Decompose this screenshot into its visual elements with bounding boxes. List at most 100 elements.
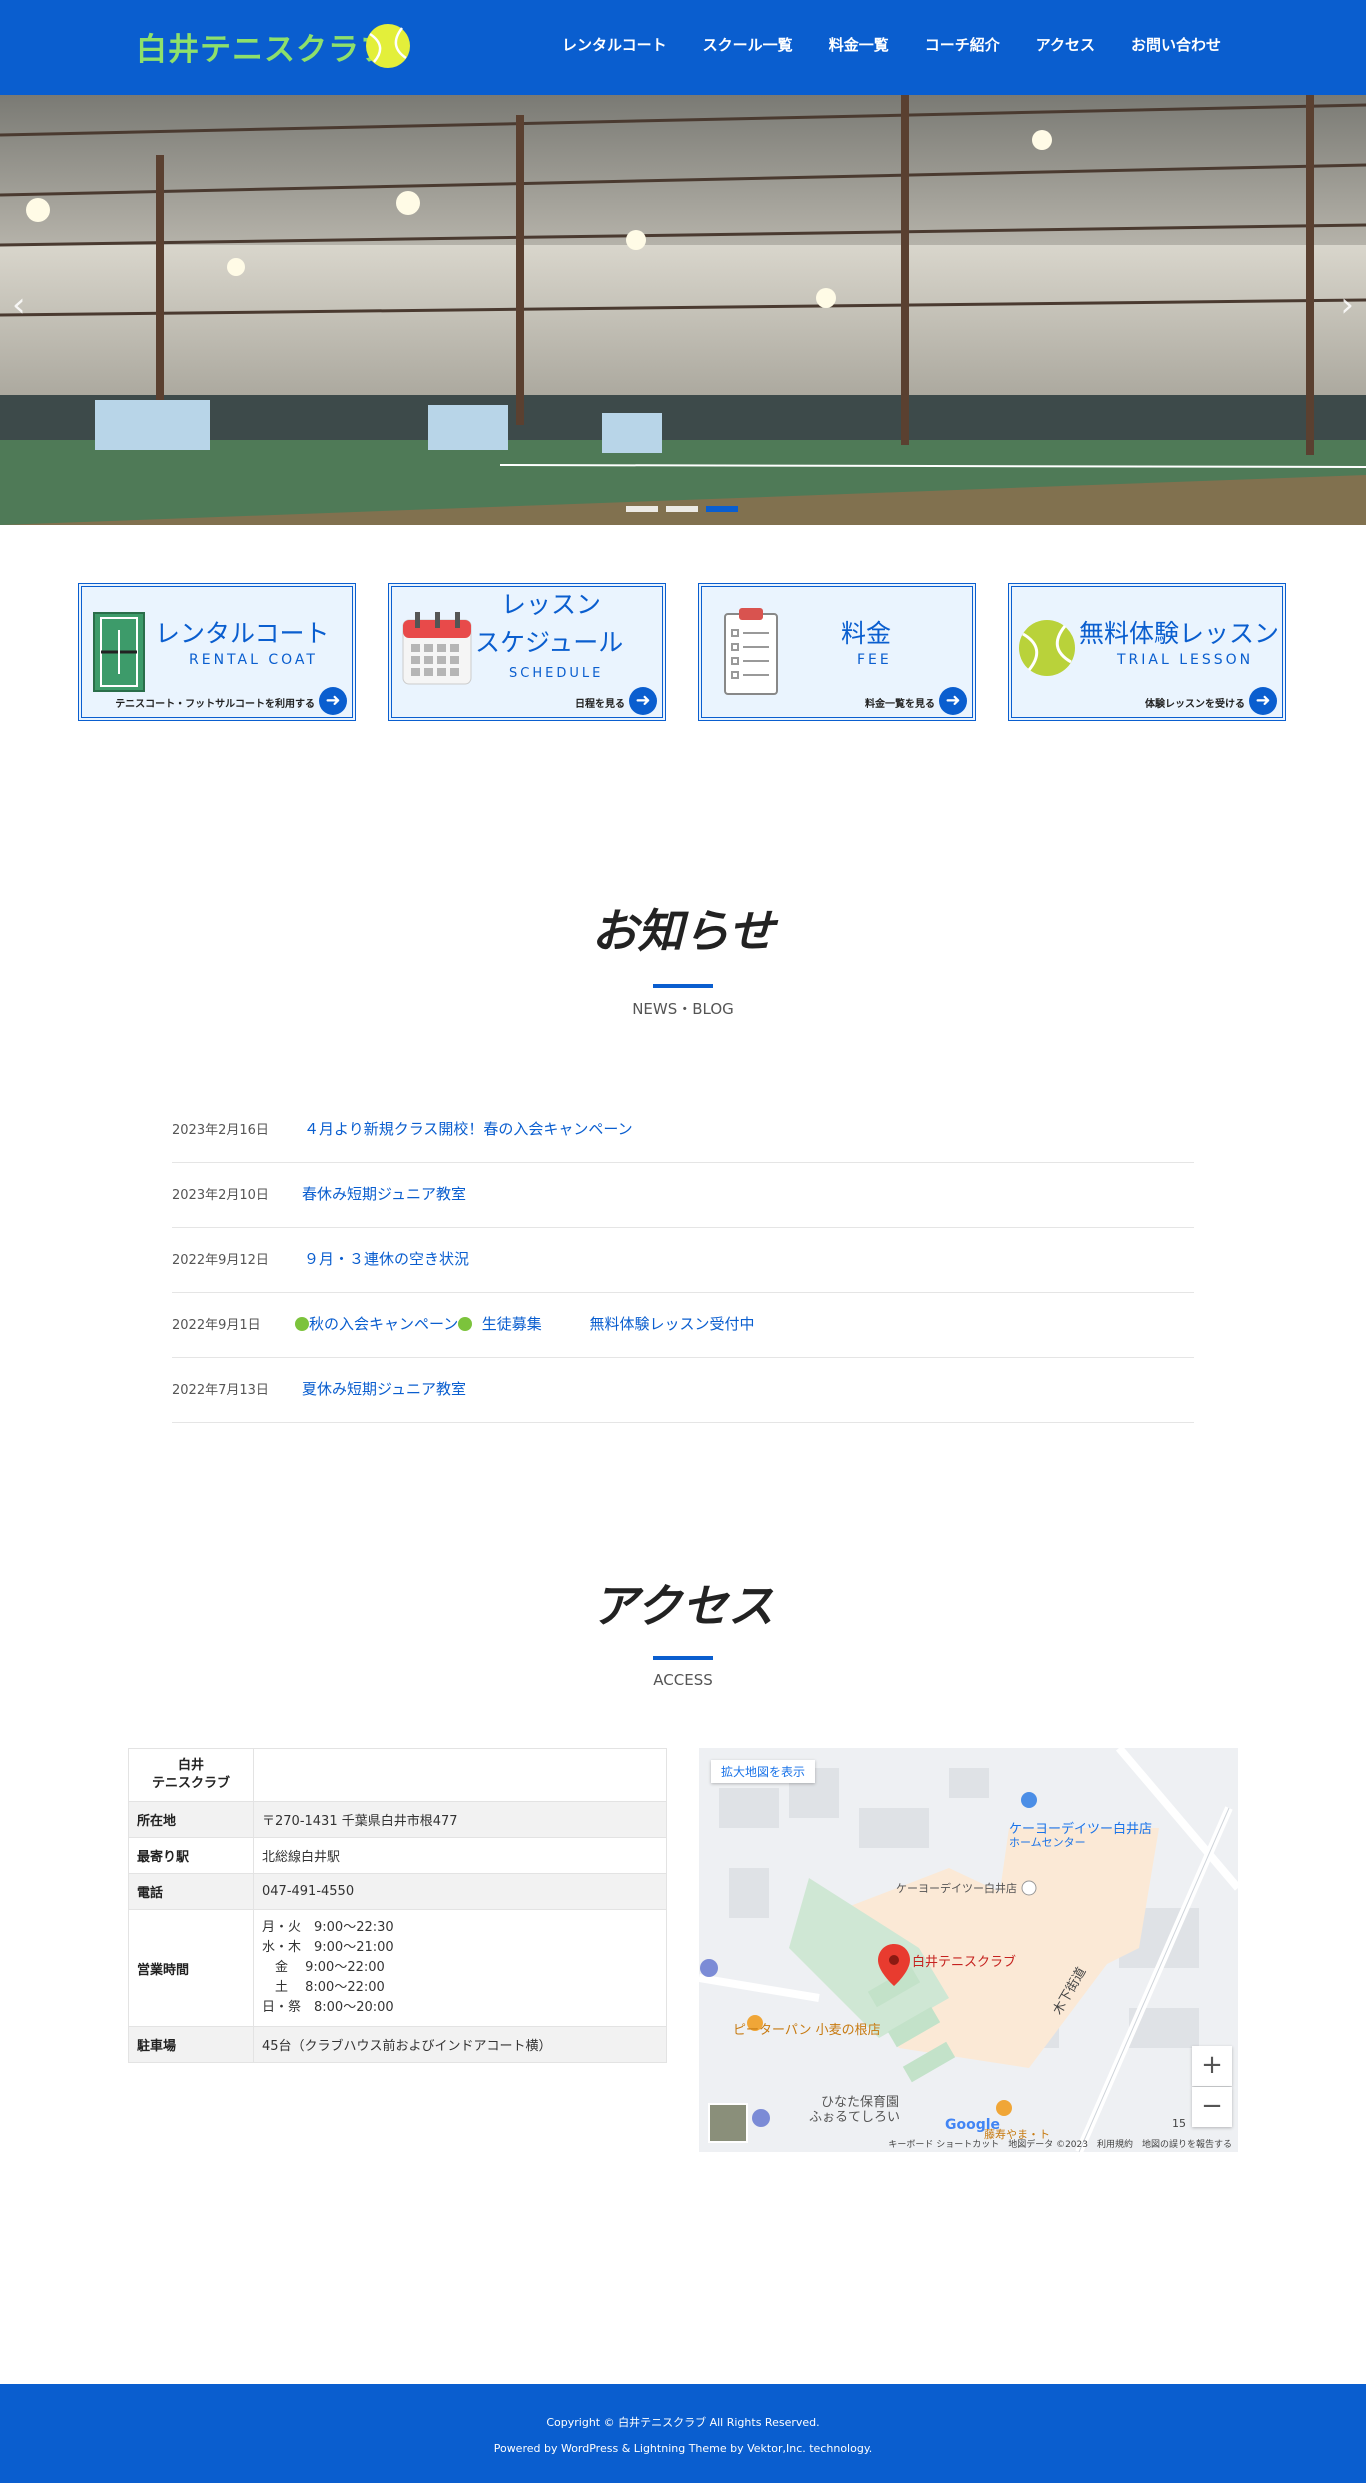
access-section-subtitle: ACCESS (653, 1671, 713, 1689)
map-footer-links[interactable]: キーボード ショートカット 地図データ ©2023 利用規約 地図の誤りを報告す… (888, 2137, 1232, 2150)
map-scale: 15 (1172, 2117, 1186, 2130)
news-item: 2023年2月10日 春休み短期ジュニア教室 (172, 1163, 1194, 1228)
news-date: 2023年2月16日 (172, 1123, 269, 1138)
banner-title-line2: スケジュール (475, 628, 624, 657)
access-section-title: アクセス (592, 1579, 774, 1633)
hero-slider: ‹ › (0, 95, 1366, 525)
banner-subtitle: SCHEDULE (509, 666, 604, 681)
nav-coach[interactable]: コーチ紹介 (925, 34, 1000, 55)
news-item: 2023年2月16日 ４月より新規クラス開校！春の入会キャンペーン (172, 1098, 1194, 1163)
slider-dots (626, 506, 738, 512)
news-item: 2022年7月13日 夏休み短期ジュニア教室 (172, 1358, 1194, 1423)
map-label-keiyo-sub: ホームセンター (1009, 1836, 1086, 1849)
banner-rental-court[interactable]: レンタルコート RENTAL COAT テニスコート・フットサルコートを利用する… (78, 583, 356, 721)
news-title-underline (653, 984, 713, 988)
slider-dot-active[interactable] (706, 506, 738, 512)
banner-lesson-schedule[interactable]: レッスン スケジュール SCHEDULE 日程を見る ➜ (388, 583, 666, 721)
slider-next-icon[interactable]: › (1340, 285, 1354, 325)
enlarge-map-button[interactable]: 拡大地図を表示 (711, 1760, 816, 1783)
calendar-icon (402, 612, 472, 685)
site-logo[interactable]: 白井テニスクラブ (136, 18, 410, 74)
label-address: 所在地 (128, 1801, 254, 1838)
news-date: 2022年9月1日 (172, 1318, 261, 1333)
nav-access[interactable]: アクセス (1036, 34, 1095, 55)
news-list: 2023年2月16日 ４月より新規クラス開校！春の入会キャンペーン 2023年2… (172, 1098, 1194, 1423)
zoom-out-button[interactable]: − (1192, 2087, 1232, 2127)
google-map[interactable]: 拡大地図を表示 ケーヨーデイツー白井店 ホームセンター ケーヨーデイツー白井店 … (699, 1748, 1238, 2152)
nav-contact[interactable]: お問い合わせ (1131, 34, 1221, 55)
map-canvas[interactable] (699, 1748, 1238, 2152)
banner-title-line1: レッスン (501, 590, 602, 619)
arrow-right-icon[interactable]: ➜ (629, 687, 657, 715)
label-hours: 営業時間 (128, 1909, 254, 2027)
news-date: 2022年9月12日 (172, 1253, 269, 1268)
slider-dot[interactable] (626, 506, 658, 512)
banner-trial-lesson[interactable]: 無料体験レッスン TRIAL LESSON 体験レッスンを受ける ➜ (1008, 583, 1286, 721)
banner-row: レンタルコート RENTAL COAT テニスコート・フットサルコートを利用する… (78, 583, 1288, 721)
banner-footer: 料金一覧を見る (865, 699, 935, 710)
tennis-ball-emoji-icon (295, 1317, 309, 1331)
map-label-keiyo-2[interactable]: ケーヨーデイツー白井店 (896, 1880, 1017, 1896)
arrow-right-icon[interactable]: ➜ (319, 687, 347, 715)
news-title-link[interactable]: ９月・３連休の空き状況 (304, 1248, 469, 1269)
news-section-title: お知らせ (591, 904, 775, 958)
nav-fee-list[interactable]: 料金一覧 (829, 34, 889, 55)
map-label-nursery-2[interactable]: ふぉるてしろい (809, 2106, 900, 2125)
banner-subtitle: RENTAL COAT (189, 652, 318, 668)
hero-image (0, 95, 1366, 525)
nav-school-list[interactable]: スクール一覧 (703, 34, 793, 55)
map-label-club[interactable]: 白井テニスクラブ (912, 1951, 1016, 1970)
news-title-link[interactable]: 秋の入会キャンペーン 生徒募集 無料体験レッスン受付中 (295, 1313, 754, 1334)
value-hours: 月・火 9:00～22:30 水・木 9:00～21:00 金 9:00～22:… (253, 1909, 667, 2027)
banner-title: 料金 (841, 619, 892, 648)
main-nav: レンタルコート スクール一覧 料金一覧 コーチ紹介 アクセス お問い合わせ (526, 34, 1221, 55)
arrow-right-icon[interactable]: ➜ (1249, 687, 1277, 715)
clipboard-icon (724, 608, 778, 695)
value-parking: 45台（クラブハウス前およびインドアコート横） (253, 2026, 667, 2063)
banner-footer: 体験レッスンを受ける (1145, 699, 1245, 710)
news-section-subtitle: NEWS・BLOG (632, 1000, 734, 1018)
empty-cell (253, 1748, 667, 1802)
tennis-ball-icon (1019, 620, 1075, 676)
slider-prev-icon[interactable]: ‹ (12, 285, 26, 325)
site-header: 白井テニスクラブ レンタルコート スクール一覧 料金一覧 コーチ紹介 アクセス … (0, 0, 1366, 95)
banner-title: レンタルコート (155, 619, 330, 648)
news-title-link[interactable]: ４月より新規クラス開校！春の入会キャンペーン (304, 1118, 633, 1139)
court-icon (93, 612, 145, 692)
access-title-underline (653, 1656, 713, 1660)
banner-subtitle: TRIAL LESSON (1117, 652, 1254, 668)
club-name-cell: 白井 テニスクラブ (128, 1748, 254, 1802)
google-logo: Google (945, 2117, 1001, 2133)
value-phone: 047-491-4550 (253, 1873, 667, 1910)
banner-footer: 日程を見る (575, 699, 625, 710)
nav-rental-court[interactable]: レンタルコート (562, 34, 667, 55)
banner-footer: テニスコート・フットサルコートを利用する (115, 699, 315, 710)
powered-by-text[interactable]: Powered by WordPress & Lightning Theme b… (0, 2442, 1366, 2455)
label-parking: 駐車場 (128, 2026, 254, 2063)
news-date: 2023年2月10日 (172, 1188, 269, 1203)
value-station: 北総線白井駅 (253, 1837, 667, 1874)
banner-title: 無料体験レッスン (1079, 619, 1280, 648)
site-footer: Copyright © 白井テニスクラブ All Rights Reserved… (0, 2384, 1366, 2483)
news-title-link[interactable]: 春休み短期ジュニア教室 (302, 1183, 466, 1204)
club-info-table: 白井 テニスクラブ 所在地 〒270-1431 千葉県白井市根477 最寄り駅 … (128, 1748, 667, 2063)
label-phone: 電話 (128, 1873, 254, 1910)
slider-dot[interactable] (666, 506, 698, 512)
zoom-in-button[interactable]: + (1192, 2046, 1232, 2086)
arrow-right-icon[interactable]: ➜ (939, 687, 967, 715)
news-title-part: 生徒募集 無料体験レッスン受付中 (472, 1315, 755, 1333)
news-title-link[interactable]: 夏休み短期ジュニア教室 (302, 1378, 466, 1399)
label-station: 最寄り駅 (128, 1837, 254, 1874)
news-date: 2022年7月13日 (172, 1383, 269, 1398)
news-item: 2022年9月1日 秋の入会キャンペーン 生徒募集 無料体験レッスン受付中 (172, 1293, 1194, 1358)
tennis-ball-emoji-icon (458, 1317, 473, 1331)
value-address: 〒270-1431 千葉県白井市根477 (253, 1801, 667, 1838)
banner-subtitle: FEE (857, 652, 892, 668)
map-label-bakery[interactable]: ピーターパン 小麦の根店 (733, 2019, 881, 2038)
copyright-text: Copyright © 白井テニスクラブ All Rights Reserved… (546, 2416, 820, 2429)
news-item: 2022年9月12日 ９月・３連休の空き状況 (172, 1228, 1194, 1293)
logo-text: 白井テニスクラブ (136, 31, 392, 68)
news-title-part: 秋の入会キャンペーン (309, 1315, 459, 1333)
banner-fee[interactable]: 料金 FEE 料金一覧を見る ➜ (698, 583, 976, 721)
tennis-ball-logo-icon (366, 24, 410, 68)
